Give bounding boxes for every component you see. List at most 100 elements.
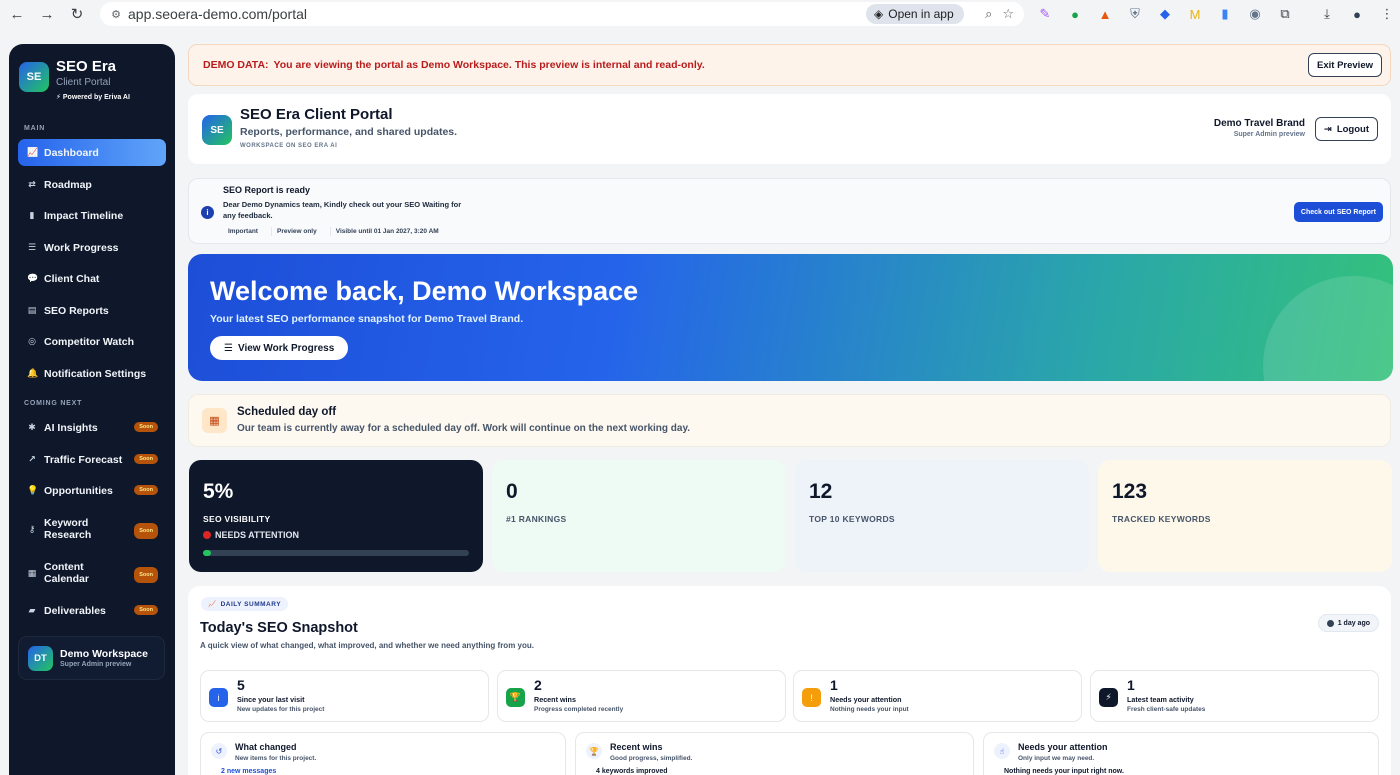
sidebar-item-opportunities[interactable]: 💡 Opportunities Soon: [18, 477, 166, 504]
status-badge: NEEDS ATTENTION: [203, 530, 299, 540]
workspace-card[interactable]: DT Demo Workspace Super Admin preview: [18, 636, 165, 680]
mini-stat-team-activity[interactable]: ⚡ 1 Latest team activity Fresh client-sa…: [1090, 670, 1379, 722]
clock-icon: [1326, 619, 1334, 627]
browser-menu-icon[interactable]: ⋮: [1376, 3, 1398, 25]
sidebar-item-dashboard[interactable]: 📈 Dashboard: [18, 139, 166, 166]
logout-button[interactable]: ⇥ Logout: [1314, 117, 1378, 141]
brain-icon: ✱: [28, 422, 36, 432]
reload-icon[interactable]: ↻: [62, 0, 92, 28]
card-title: Needs your attention: [1018, 742, 1108, 752]
new-messages-link[interactable]: 2 new messages: [221, 768, 276, 775]
bookmark-star-icon[interactable]: ☆: [1002, 6, 1014, 22]
calendar-icon: ▦: [27, 568, 37, 578]
avatar: DT: [28, 645, 53, 671]
puzzle-extension-icon[interactable]: ⧉: [1274, 3, 1296, 25]
logout-icon: ⇥: [1323, 123, 1332, 135]
address-bar[interactable]: ⚙ app.seoera-demo.com/portal ◈ Open in a…: [100, 2, 1024, 26]
zoom-icon[interactable]: ⌕: [985, 6, 992, 22]
profile-avatar-icon[interactable]: ●: [1346, 3, 1368, 25]
alert-icon: !: [802, 688, 821, 707]
doc-extension-icon[interactable]: ▮: [1214, 3, 1236, 25]
view-work-progress-button[interactable]: ☰ View Work Progress: [210, 336, 349, 360]
sidebar-item-keyword-research[interactable]: ⚷ Keyword Research Soon: [18, 512, 166, 546]
url-text: app.seoera-demo.com/portal: [128, 6, 307, 22]
sidebar-item-impact-timeline[interactable]: ▮ Impact Timeline: [18, 202, 166, 229]
notice-tag: Visible until 01 Jan 2027, 3:20 AM: [329, 227, 444, 236]
mini-stat-recent-wins[interactable]: 🏆 2 Recent wins Progress completed recen…: [497, 670, 786, 722]
radar-icon: ◎: [28, 336, 36, 346]
pen-extension-icon[interactable]: ✎: [1034, 3, 1056, 25]
app-icon: ◈: [874, 7, 884, 21]
workspace-line: WORKSPACE ON SEO ERA AI: [240, 143, 338, 149]
mini-stat-number: 1: [1127, 677, 1135, 693]
forward-icon[interactable]: →: [32, 0, 62, 28]
notice-message: Dear Demo Dynamics team, Kindly check ou…: [223, 200, 462, 220]
sidebar-item-deliverables[interactable]: ▰ Deliverables Soon: [18, 597, 166, 624]
recent-wins-card: 🏆 Recent wins Good progress, simplified.…: [575, 732, 974, 775]
summary-subtitle: A quick view of what changed, what impro…: [200, 641, 534, 650]
brand-name: SEO Era: [56, 58, 117, 75]
coming-next-section-label: COMING NEXT: [24, 400, 83, 407]
day-off-notice: ▦ Scheduled day off Our team is currentl…: [188, 394, 1391, 447]
stat-label: #1 RANKINGS: [506, 514, 567, 524]
fox-extension-icon[interactable]: ▲: [1094, 3, 1116, 25]
welcome-hero: Welcome back, Demo Workspace Your latest…: [188, 254, 1393, 381]
powered-by: ⚡ Powered by Eriva AI: [56, 94, 130, 101]
exit-preview-button[interactable]: Exit Preview: [1308, 53, 1382, 77]
stat-seo-visibility: 5% SEO VISIBILITY NEEDS ATTENTION: [189, 460, 483, 572]
sidebar-item-seo-reports[interactable]: ▤ SEO Reports: [18, 297, 166, 324]
download-icon[interactable]: ⤓: [1316, 3, 1338, 25]
stat-label: TRACKED KEYWORDS: [1112, 514, 1211, 524]
attention-status-text: Nothing needs your input right now.: [1004, 768, 1124, 775]
sidebar-item-content-calendar[interactable]: ▦ Content Calendar Soon: [18, 556, 166, 590]
shield-extension-icon[interactable]: ⛨: [1124, 3, 1146, 25]
folder-icon: ▰: [28, 605, 36, 615]
brand-label: Demo Travel Brand: [1213, 118, 1305, 129]
progress-fill: [203, 550, 211, 556]
mini-stat-number: 2: [534, 677, 542, 693]
page-subtitle: Reports, performance, and shared updates…: [240, 126, 458, 138]
sidebar-item-roadmap[interactable]: ⇄ Roadmap: [18, 171, 166, 198]
sidebar-item-notification-settings[interactable]: 🔔 Notification Settings: [18, 360, 166, 387]
mini-stat-caption: New updates for this project: [237, 706, 325, 713]
visibility-progress: [203, 550, 469, 556]
tag-extension-icon[interactable]: ◆: [1154, 3, 1176, 25]
daily-summary: 📈 DAILY SUMMARY Today's SEO Snapshot A qu…: [188, 586, 1391, 775]
demo-message: You are viewing the portal as Demo Works…: [273, 59, 705, 71]
grammar-extension-icon[interactable]: ●: [1064, 3, 1086, 25]
portal-header: SE SEO Era Client Portal Reports, perfor…: [188, 94, 1391, 164]
chart-icon: 📈: [208, 601, 217, 608]
last-updated-badge: 1 day ago: [1317, 614, 1379, 632]
mini-stat-needs-attention[interactable]: ! 1 Needs your attention Nothing needs y…: [793, 670, 1082, 722]
trophy-icon: 🏆: [506, 688, 525, 707]
sidebar-item-competitor-watch[interactable]: ◎ Competitor Watch: [18, 328, 166, 355]
brand: SE SEO Era Client Portal ⚡ Powered by Er…: [19, 58, 130, 104]
camera-extension-icon[interactable]: ◉: [1244, 3, 1266, 25]
needs-attention-card: ☝ Needs your attention Only input we may…: [983, 732, 1379, 775]
check-out-seo-report-button[interactable]: Check out SEO Report: [1293, 202, 1383, 222]
sidebar-item-traffic-forecast[interactable]: ↗ Traffic Forecast Soon: [18, 446, 166, 473]
site-info-icon[interactable]: ⚙: [106, 8, 126, 21]
mini-stat-since-last-visit[interactable]: i 5 Since your last visit New updates fo…: [200, 670, 489, 722]
open-in-app-button[interactable]: ◈ Open in app: [866, 4, 964, 24]
bell-icon: 🔔: [27, 368, 39, 378]
mini-stat-number: 5: [237, 677, 245, 693]
card-caption: New items for this project.: [235, 755, 317, 762]
document-icon: ▤: [27, 305, 37, 315]
hand-icon: ☝: [994, 743, 1010, 759]
back-icon[interactable]: ←: [2, 0, 32, 28]
stat-top-ten-keywords: 12 TOP 10 KEYWORDS: [795, 460, 1089, 572]
demo-prefix: DEMO DATA:: [203, 59, 269, 71]
keywords-improved-text: 4 keywords improved: [596, 768, 668, 775]
soon-badge: Soon: [134, 523, 158, 539]
m-extension-icon[interactable]: M: [1184, 3, 1206, 25]
main-section-label: MAIN: [24, 125, 46, 132]
sidebar-item-client-chat[interactable]: 💬 Client Chat: [18, 265, 166, 292]
sidebar-item-work-progress[interactable]: ☰ Work Progress: [18, 234, 166, 261]
mini-stat-caption: Progress completed recently: [534, 706, 624, 713]
sidebar-item-ai-insights[interactable]: ✱ AI Insights Soon: [18, 414, 166, 441]
trophy-icon: 🏆: [586, 743, 602, 759]
day-off-title: Scheduled day off: [237, 406, 337, 418]
chart-line-icon: 📈: [27, 147, 39, 157]
chat-icon: 💬: [27, 273, 39, 283]
